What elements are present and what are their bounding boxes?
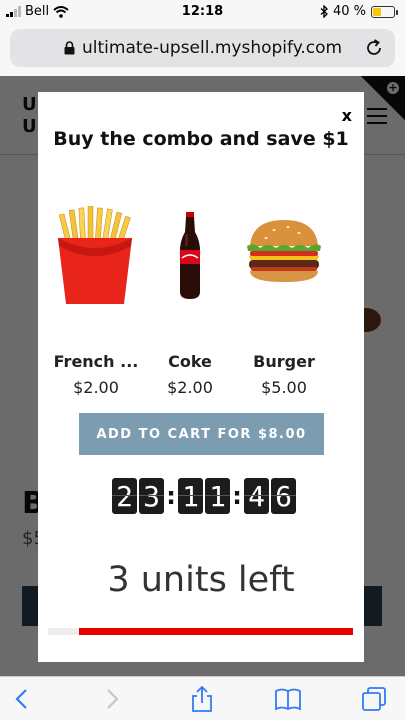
url-text: ultimate-upsell.myshopify.com — [82, 38, 343, 58]
timer-seconds-ones: 6 — [271, 478, 296, 514]
timer-minutes-ones: 1 — [205, 478, 230, 514]
coke-bottle-image[interactable] — [176, 212, 204, 300]
burger-image[interactable] — [244, 218, 324, 288]
close-button[interactable]: x — [342, 106, 352, 125]
battery-percent: 40 % — [332, 4, 366, 19]
back-icon[interactable] — [8, 685, 36, 713]
timer-minutes-tens: 1 — [178, 478, 203, 514]
product-price: $2.00 — [167, 378, 213, 397]
status-bar: Bell 12:18 40 % — [0, 0, 405, 24]
stock-progress-bar — [48, 628, 353, 635]
stock-progress-fill — [78, 628, 353, 635]
product-name[interactable]: Burger — [234, 352, 334, 371]
add-to-cart-button[interactable]: ADD TO CART FOR $8.00 — [79, 413, 324, 455]
browser-toolbar — [0, 676, 405, 720]
forward-icon[interactable] — [98, 685, 126, 713]
reload-icon[interactable] — [363, 37, 385, 59]
product-price: $2.00 — [73, 378, 119, 397]
lock-icon — [64, 41, 75, 55]
timer-hours-tens: 2 — [112, 478, 137, 514]
bookmarks-icon[interactable] — [274, 685, 302, 713]
battery-icon — [371, 5, 398, 18]
units-left-label: 3 units left — [107, 560, 295, 600]
product-name[interactable]: Coke — [140, 352, 240, 371]
upsell-modal: x Buy the combo and save $1 French ... $… — [38, 92, 364, 662]
browser-address-area: ultimate-upsell.myshopify.com — [0, 24, 405, 76]
product-price: $5.00 — [261, 378, 307, 397]
timer-seconds-tens: 4 — [244, 478, 269, 514]
french-fries-image[interactable] — [54, 206, 136, 306]
share-icon[interactable] — [188, 685, 216, 713]
address-bar[interactable]: ultimate-upsell.myshopify.com — [10, 29, 395, 67]
countdown-timer: 2 3 : 1 1 : 4 6 — [112, 478, 298, 514]
product-name[interactable]: French ... — [46, 352, 146, 371]
tabs-icon[interactable] — [360, 685, 388, 713]
timer-hours-ones: 3 — [139, 478, 164, 514]
bluetooth-icon — [320, 5, 328, 18]
modal-title: Buy the combo and save $1 — [53, 128, 349, 150]
